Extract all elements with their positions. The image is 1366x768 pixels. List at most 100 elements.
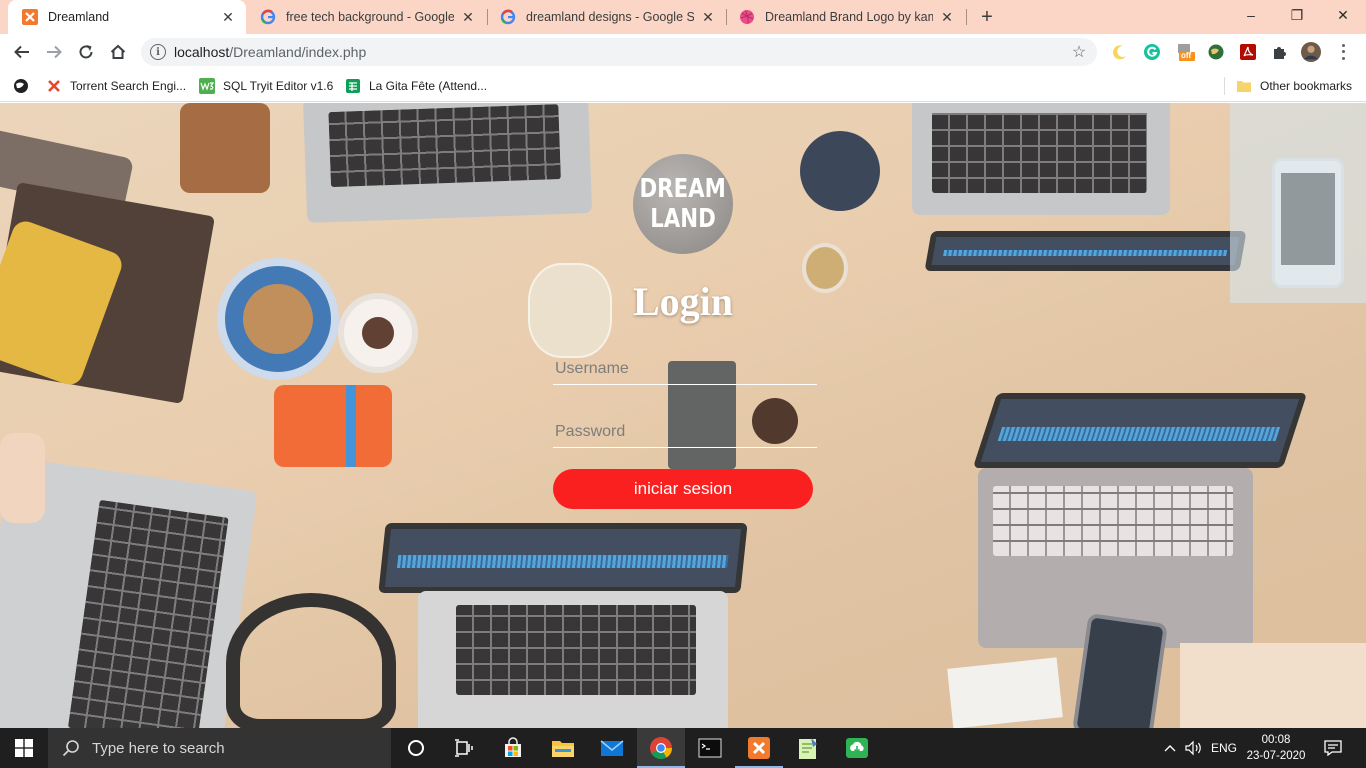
home-button[interactable] xyxy=(105,39,131,65)
terminal-button[interactable] xyxy=(686,728,734,768)
bookmark-torrent-search[interactable]: Torrent Search Engi... xyxy=(46,76,186,96)
search-placeholder: Type here to search xyxy=(92,739,225,757)
task-view-button[interactable] xyxy=(440,728,488,768)
notepad-button[interactable] xyxy=(784,728,832,768)
cloud-download-button[interactable] xyxy=(833,728,881,768)
taskbar-search-box[interactable]: Type here to search xyxy=(48,728,391,768)
mail-button[interactable] xyxy=(588,728,636,768)
search-icon xyxy=(62,739,80,757)
tab-title: dreamland designs - Google Sea xyxy=(526,10,694,24)
forward-button[interactable] xyxy=(41,39,67,65)
bookmark-label: La Gita Fête (Attend... xyxy=(369,79,488,93)
login-button[interactable]: iniciar sesion xyxy=(553,469,813,509)
username-input[interactable] xyxy=(553,353,817,385)
apps-shortcut[interactable] xyxy=(13,76,37,96)
tab-dreamland-designs[interactable]: dreamland designs - Google Sea ✕ xyxy=(486,0,726,34)
logo-text-line1: DREAM xyxy=(639,174,727,204)
bookmark-label: SQL Tryit Editor v1.6 xyxy=(223,79,334,93)
terminal-icon xyxy=(698,738,722,758)
cortana-button[interactable] xyxy=(392,728,440,768)
bookmark-label: Torrent Search Engi... xyxy=(70,79,187,93)
start-button[interactable] xyxy=(0,728,48,768)
other-bookmarks-label: Other bookmarks xyxy=(1260,79,1353,93)
new-tab-button[interactable]: + xyxy=(976,6,998,28)
close-icon[interactable]: ✕ xyxy=(700,9,716,25)
close-window-button[interactable]: ✕ xyxy=(1320,0,1366,30)
task-view-icon xyxy=(455,739,473,757)
address-bar[interactable]: i localhost/Dreamland/index.php ☆ xyxy=(141,38,1097,66)
bookmark-sql-tryit[interactable]: SQL Tryit Editor v1.6 xyxy=(199,76,333,96)
sheets-icon xyxy=(345,78,361,94)
home-icon xyxy=(110,44,126,59)
password-input[interactable] xyxy=(553,416,817,448)
store-icon xyxy=(505,737,521,757)
info-icon[interactable]: i xyxy=(150,44,166,60)
tab-dreamland-brand-logo[interactable]: Dreamland Brand Logo by kamru ✕ xyxy=(725,0,965,34)
grammarly-extension-icon[interactable] xyxy=(1142,42,1162,62)
volume-icon[interactable] xyxy=(1183,728,1205,768)
url-host: localhost xyxy=(174,44,230,60)
xampp-icon xyxy=(748,737,770,759)
tab-title: free tech background - Google S xyxy=(286,10,454,24)
tab-strip: Dreamland ✕ free tech background - Googl… xyxy=(0,0,1366,34)
windows-icon xyxy=(15,739,33,757)
globe-icon xyxy=(13,78,29,94)
close-icon[interactable]: ✕ xyxy=(220,9,236,25)
chrome-button[interactable] xyxy=(637,728,685,768)
taskbar-clock[interactable]: 00:08 23-07-2020 xyxy=(1236,732,1316,764)
tab-dreamland[interactable]: Dreamland ✕ xyxy=(8,0,246,34)
pdf-extension-icon[interactable] xyxy=(1238,42,1258,62)
page-content: DREAM LAND Login iniciar sesion xyxy=(0,103,1366,728)
dreamland-logo: DREAM LAND xyxy=(633,154,733,254)
folder-icon xyxy=(552,741,574,757)
google-icon xyxy=(500,9,516,25)
file-explorer-button[interactable] xyxy=(539,728,587,768)
minimize-button[interactable]: – xyxy=(1228,0,1274,30)
globe-extension-icon[interactable] xyxy=(1206,42,1226,62)
folder-icon xyxy=(1236,78,1252,94)
cloud-download-icon xyxy=(846,738,868,758)
login-title: Login xyxy=(632,279,734,324)
w3schools-icon xyxy=(199,78,215,94)
logo-text-line2: LAND xyxy=(650,204,716,234)
reload-button[interactable] xyxy=(73,39,99,65)
close-icon[interactable]: ✕ xyxy=(939,9,955,25)
reload-icon xyxy=(79,45,93,59)
puzzle-extensions-icon[interactable] xyxy=(1270,42,1290,62)
tab-separator xyxy=(966,9,967,25)
extension-badge: off xyxy=(1181,51,1192,60)
microsoft-store-button[interactable] xyxy=(489,728,537,768)
forward-arrow-icon xyxy=(47,45,62,59)
clock-time: 00:08 xyxy=(1261,734,1291,746)
windows-taskbar: Type here to search ENG 00:08 23-07-2020 xyxy=(0,728,1366,768)
clock-date: 23-07-2020 xyxy=(1246,750,1306,762)
browser-menu-button[interactable] xyxy=(1338,42,1348,62)
tab-free-tech-background[interactable]: free tech background - Google S ✕ xyxy=(246,0,486,34)
back-button[interactable] xyxy=(9,39,35,65)
tray-overflow-chevron-icon[interactable] xyxy=(1160,728,1180,768)
url-path: /Dreamland/index.php xyxy=(229,44,367,60)
bookmarks-separator xyxy=(1224,77,1225,95)
url-text: localhost/Dreamland/index.php xyxy=(174,44,1069,60)
tab-title: Dreamland Brand Logo by kamru xyxy=(765,10,933,24)
x-icon xyxy=(46,78,62,94)
close-icon[interactable]: ✕ xyxy=(460,9,476,25)
google-icon xyxy=(260,9,276,25)
notepad-icon xyxy=(799,738,817,759)
xampp-button[interactable] xyxy=(735,728,783,768)
mail-icon xyxy=(600,740,624,756)
maximize-button[interactable]: ❐ xyxy=(1274,0,1320,30)
dribbble-icon xyxy=(739,9,755,25)
other-bookmarks[interactable]: Other bookmarks xyxy=(1236,76,1352,96)
bookmark-la-gita-fete[interactable]: La Gita Fête (Attend... xyxy=(345,76,487,96)
coupon-extension-icon[interactable]: off xyxy=(1176,42,1196,62)
bookmark-star-icon[interactable]: ☆ xyxy=(1069,42,1089,62)
notification-center-icon[interactable] xyxy=(1318,728,1348,768)
cortana-circle-icon xyxy=(408,740,424,756)
profile-avatar[interactable] xyxy=(1301,42,1321,62)
night-mode-extension-icon[interactable] xyxy=(1110,42,1130,62)
chrome-icon xyxy=(650,737,672,759)
browser-toolbar: i localhost/Dreamland/index.php ☆ off xyxy=(0,34,1366,70)
tab-title: Dreamland xyxy=(48,10,110,24)
bookmarks-bar: Torrent Search Engi... SQL Tryit Editor … xyxy=(0,70,1366,102)
